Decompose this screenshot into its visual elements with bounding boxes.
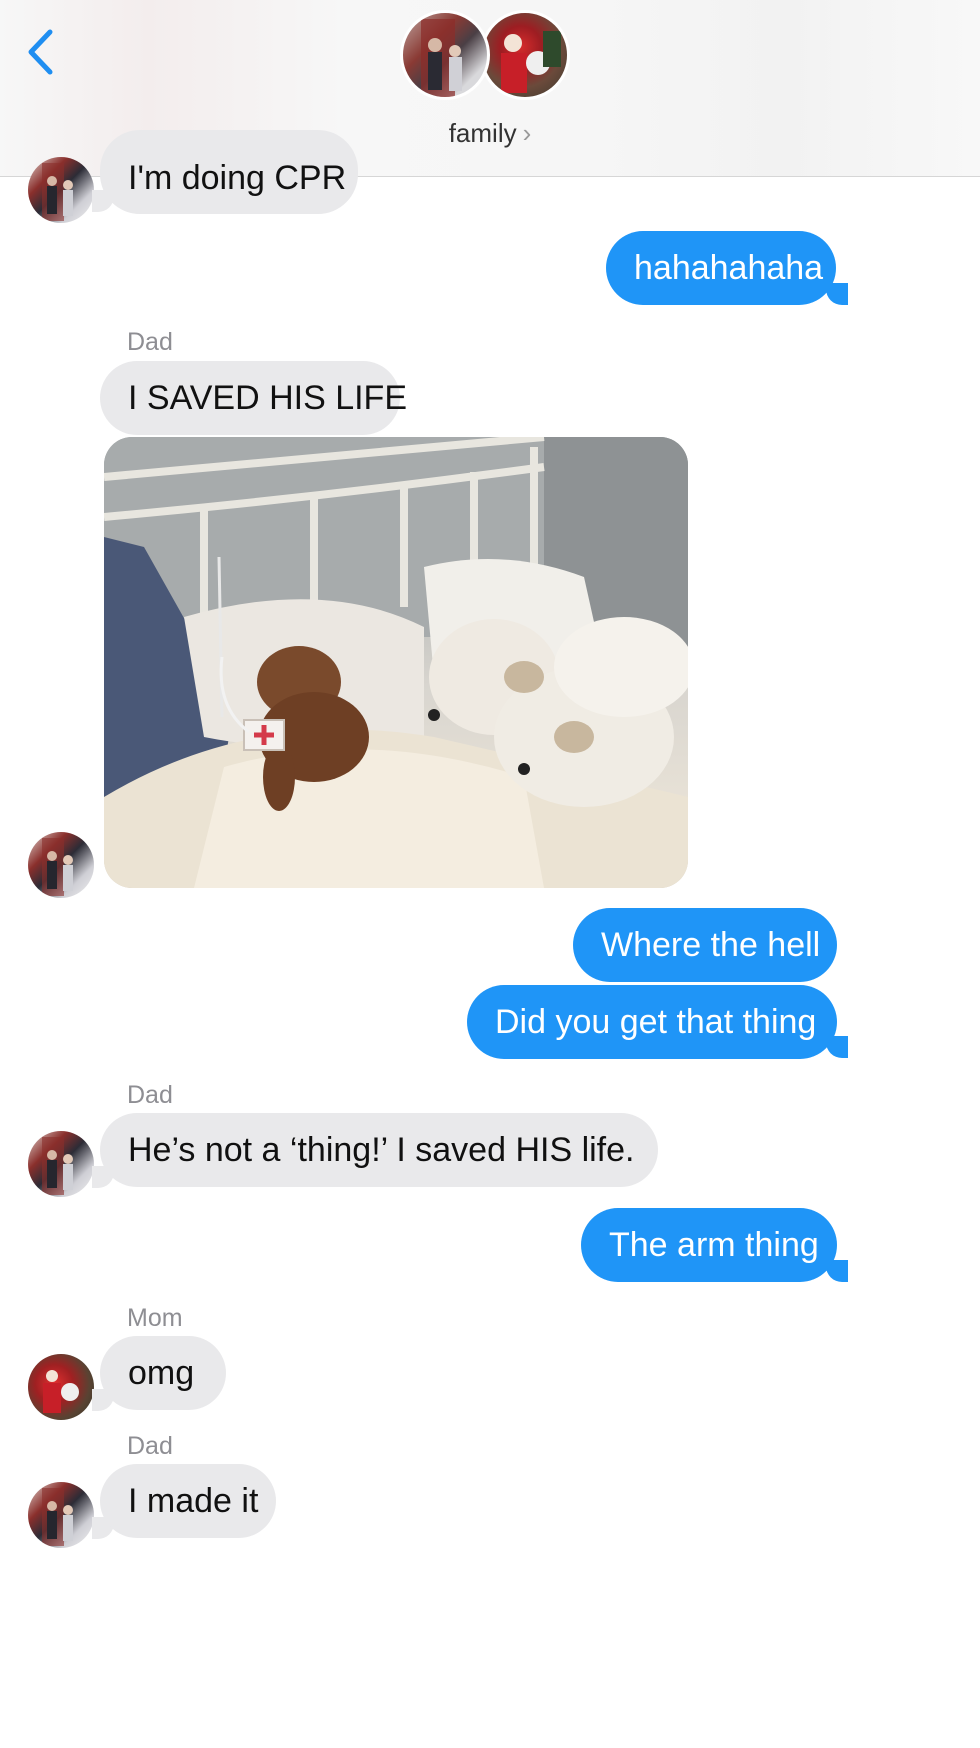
avatar[interactable] [28, 1131, 94, 1197]
chevron-left-icon [28, 29, 53, 75]
photo-image [104, 437, 688, 888]
incoming-message[interactable]: I made it [100, 1464, 276, 1538]
incoming-message[interactable]: omg [100, 1336, 226, 1410]
avatar[interactable] [28, 832, 94, 898]
sender-name: Dad [127, 328, 173, 356]
avatar[interactable] [28, 1354, 94, 1420]
outgoing-message[interactable]: The arm thing [581, 1208, 837, 1282]
group-avatar[interactable] [400, 10, 580, 110]
dad-avatar [400, 10, 490, 100]
avatar[interactable] [28, 1482, 94, 1548]
back-button[interactable] [20, 24, 60, 80]
outgoing-message[interactable]: Did you get that thing [467, 985, 837, 1059]
sender-name: Dad [127, 1081, 173, 1109]
photo-attachment[interactable] [104, 437, 688, 888]
avatar[interactable] [28, 157, 94, 223]
mom-avatar [480, 10, 570, 100]
outgoing-message[interactable]: Where the hell [573, 908, 837, 982]
outgoing-message[interactable]: hahahahaha [606, 231, 836, 305]
sender-name: Dad [127, 1432, 173, 1460]
incoming-message[interactable]: He’s not a ‘thing!’ I saved HIS life. [100, 1113, 658, 1187]
incoming-message[interactable]: I SAVED HIS LIFE [100, 361, 407, 435]
sender-name: Mom [127, 1304, 183, 1332]
